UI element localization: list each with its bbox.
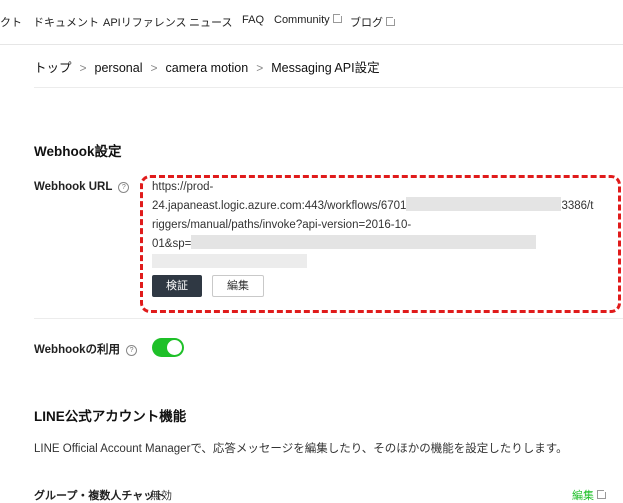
annotation-highlight-box bbox=[140, 175, 621, 313]
nav-item-label: ニュース bbox=[189, 17, 233, 29]
webhook-section-title: Webhook設定 bbox=[34, 144, 122, 159]
nav-item-faq[interactable]: FAQ bbox=[242, 14, 264, 26]
group-chat-edit-label: 編集 bbox=[572, 490, 594, 502]
breadcrumb: トップ > personal > camera motion > Messaging API… bbox=[34, 57, 380, 76]
nav-item-community[interactable]: Community bbox=[274, 13, 343, 26]
account-section-description: LINE Official Account Managerで、応答メッセージを編… bbox=[34, 443, 568, 455]
breadcrumb-current: Messaging API設定 bbox=[271, 61, 380, 75]
nav-item-news[interactable]: ニュース bbox=[189, 14, 232, 30]
nav-item-api-reference[interactable]: APIリファレンス bbox=[103, 14, 187, 30]
nav-item-label: Community bbox=[274, 14, 330, 26]
account-section-title: LINE公式アカウント機能 bbox=[34, 409, 187, 424]
divider bbox=[34, 87, 623, 88]
group-chat-edit-link[interactable]: 編集 bbox=[572, 487, 607, 503]
breadcrumb-top[interactable]: トップ bbox=[34, 61, 72, 75]
breadcrumb-separator: > bbox=[150, 61, 158, 75]
top-navigation: クト ドキュメント APIリファレンス ニュース FAQ Community ブ… bbox=[0, 0, 623, 45]
breadcrumb-separator: > bbox=[256, 61, 264, 75]
nav-item-label: クト bbox=[0, 17, 22, 29]
help-icon[interactable]: ? bbox=[126, 345, 138, 356]
nav-item-label: APIリファレンス bbox=[103, 17, 187, 29]
group-chat-value: 無効 bbox=[150, 490, 172, 502]
nav-item-documents[interactable]: ドキュメント bbox=[33, 14, 99, 30]
breadcrumb-channel[interactable]: camera motion bbox=[166, 61, 249, 75]
external-link-icon bbox=[332, 13, 343, 23]
help-icon[interactable]: ? bbox=[118, 182, 130, 193]
nav-item-label: FAQ bbox=[242, 14, 265, 26]
breadcrumb-separator: > bbox=[79, 61, 87, 75]
nav-item-label: ドキュメント bbox=[33, 17, 99, 29]
toggle-knob bbox=[167, 340, 182, 355]
webhook-url-label-text: Webhook URL bbox=[34, 181, 113, 193]
group-chat-label: グループ・複数人チャット bbox=[34, 490, 166, 502]
webhook-use-toggle[interactable] bbox=[152, 338, 184, 357]
nav-item-product[interactable]: クト bbox=[0, 14, 22, 30]
breadcrumb-provider[interactable]: personal bbox=[95, 61, 143, 75]
webhook-use-label-text: Webhookの利用 bbox=[34, 344, 121, 356]
divider bbox=[34, 318, 623, 319]
nav-item-label: ブログ bbox=[350, 17, 383, 29]
external-link-icon bbox=[386, 16, 396, 26]
nav-item-blog[interactable]: ブログ bbox=[350, 14, 396, 30]
webhook-url-label: Webhook URL? bbox=[34, 181, 130, 193]
webhook-use-label: Webhookの利用? bbox=[34, 341, 138, 357]
